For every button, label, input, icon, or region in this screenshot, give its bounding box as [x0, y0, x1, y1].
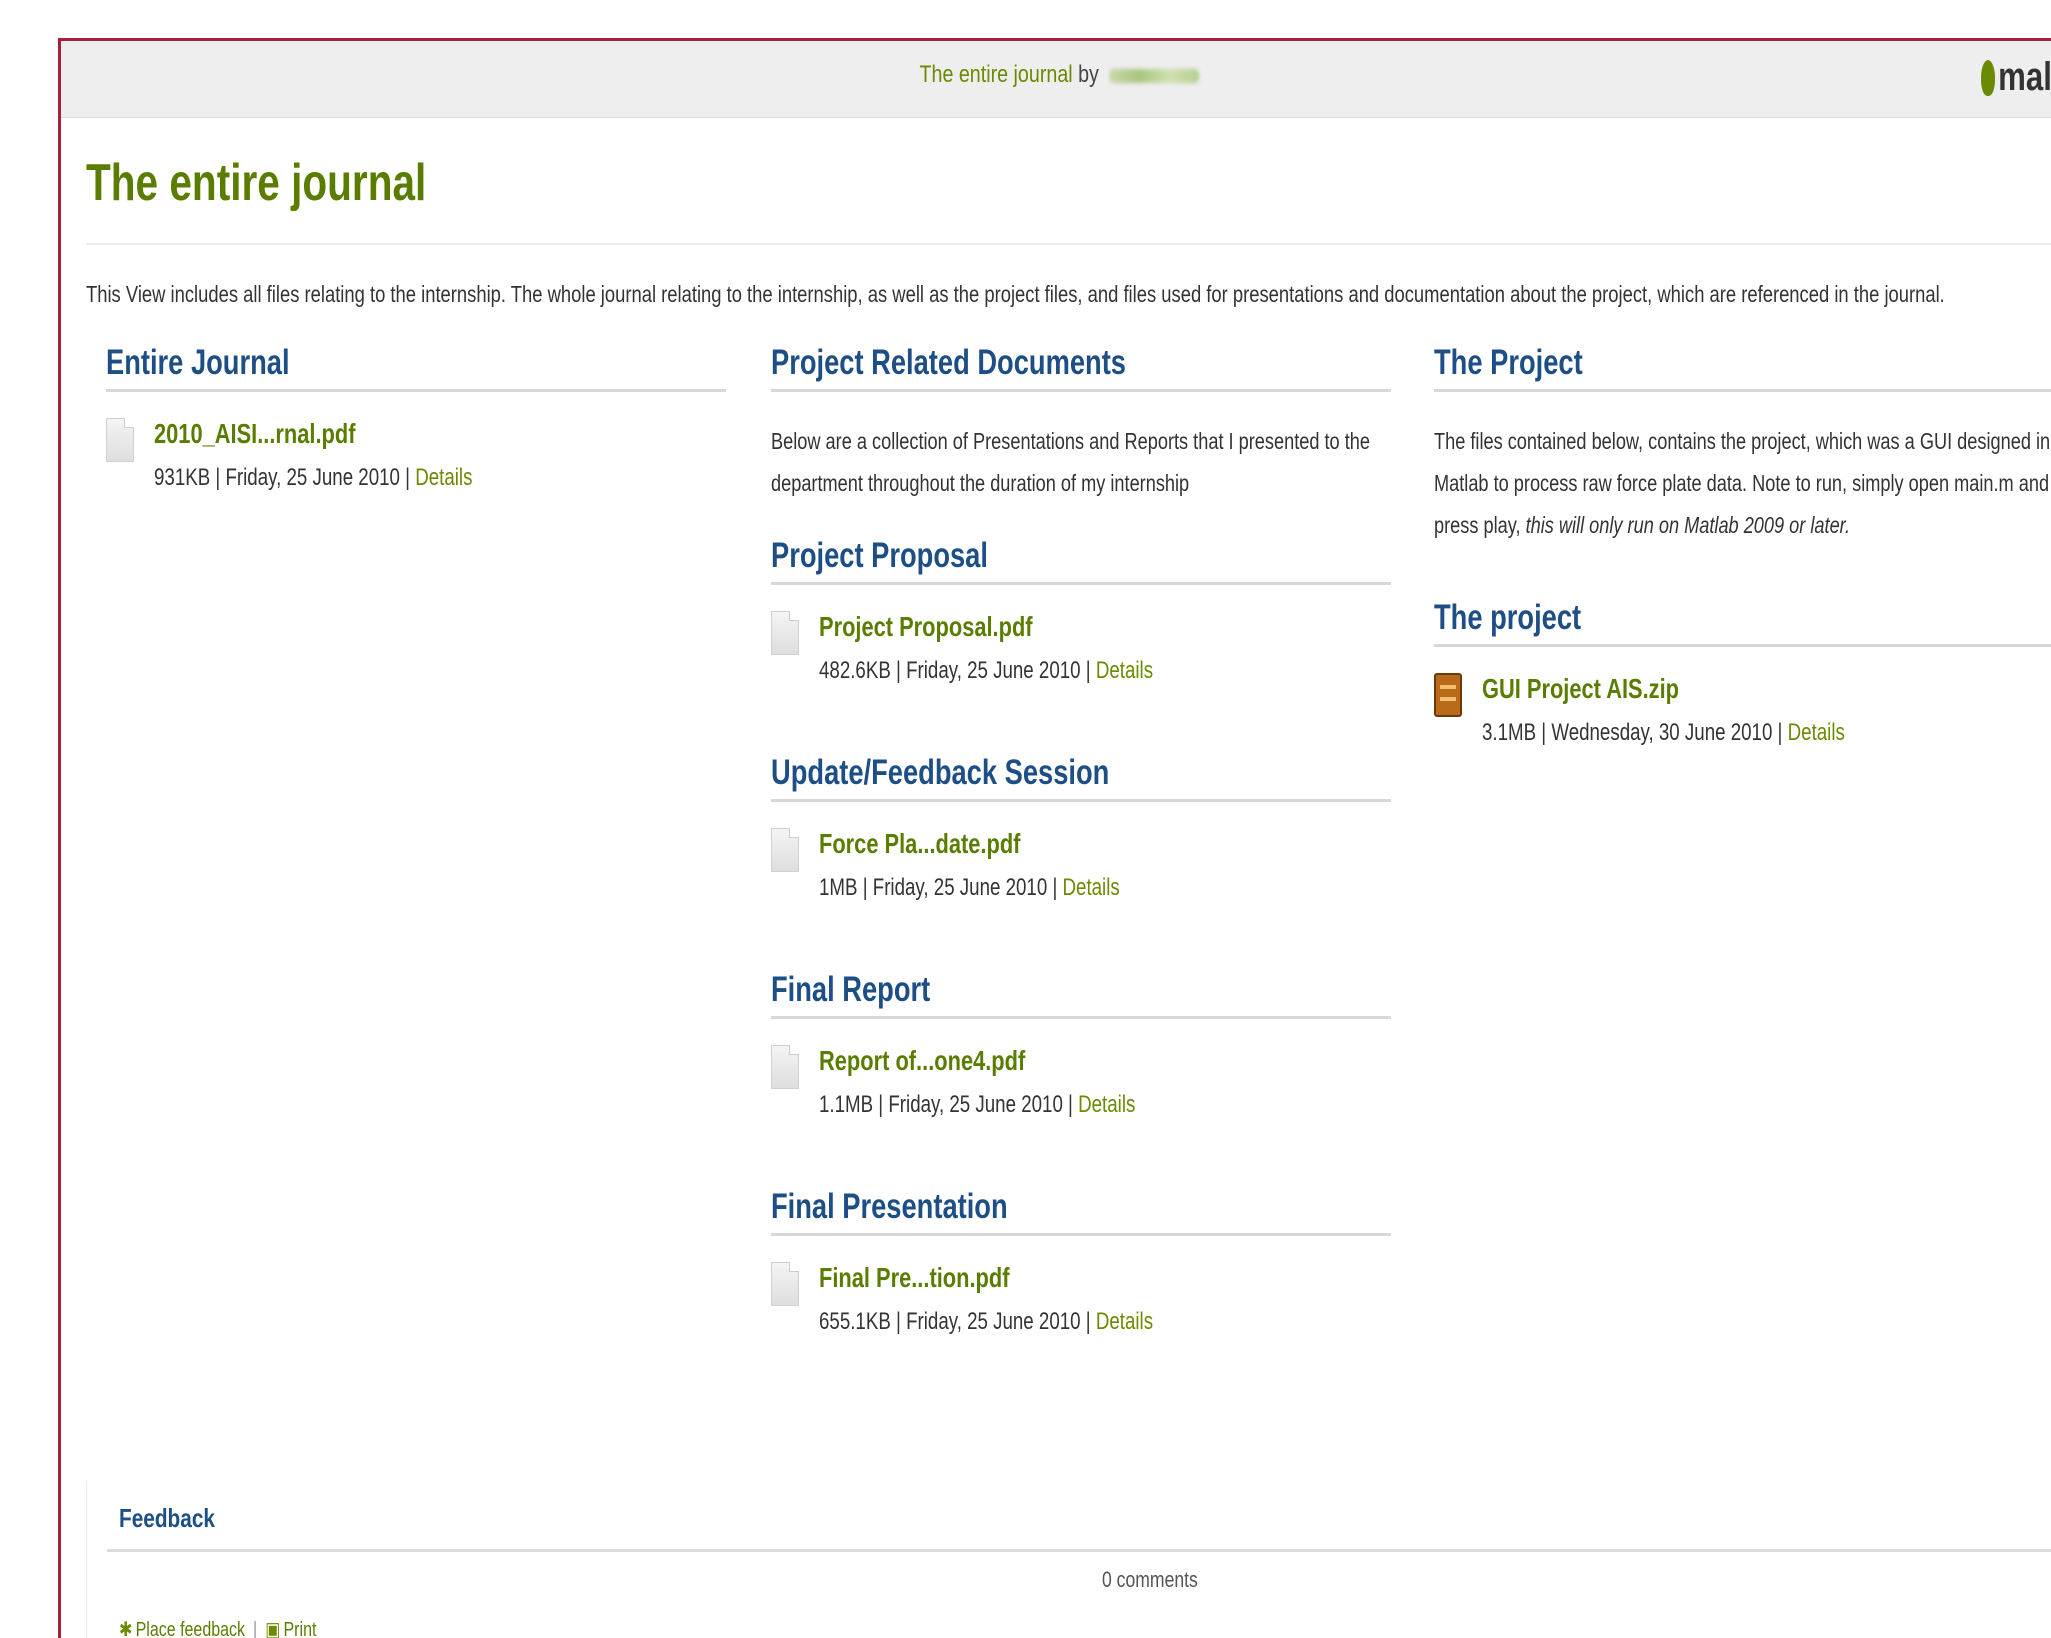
- title-divider: [86, 243, 2051, 245]
- page-frame: The entire journal by mal The entire jou…: [58, 38, 2051, 1638]
- column-1: Entire Journal 2010_AISI...rnal.pdf 931K…: [106, 341, 726, 502]
- file-size-date: 1MB | Friday, 25 June 2010 |: [819, 874, 1058, 901]
- zip-archive-icon[interactable]: [1434, 673, 1462, 717]
- feedback-title: Feedback: [119, 1503, 215, 1533]
- by-label: by: [1078, 61, 1099, 88]
- block-the-project: The Project The files contained below, c…: [1434, 341, 2051, 546]
- file-size-date: 655.1KB | Friday, 25 June 2010 |: [819, 1308, 1091, 1335]
- block-divider: [1434, 389, 2051, 392]
- view-title-link[interactable]: The entire journal: [919, 61, 1072, 88]
- column-3: The Project The files contained below, c…: [1434, 341, 2051, 757]
- file-size-date: 482.6KB | Friday, 25 June 2010 |: [819, 657, 1091, 684]
- file-size-date: 3.1MB | Wednesday, 30 June 2010 |: [1482, 719, 1783, 746]
- block-final-report: Final Report Report of...one4.pdf 1.1MB …: [771, 968, 1391, 1129]
- file-name-link[interactable]: GUI Project AIS.zip: [1482, 673, 1679, 705]
- block-title: Entire Journal: [106, 343, 290, 382]
- block-project-related-documents: Project Related Documents Below are a co…: [771, 341, 1391, 504]
- block-title: The project: [1434, 598, 1582, 637]
- document-icon[interactable]: [106, 418, 134, 462]
- file-name-link[interactable]: Final Pre...tion.pdf: [819, 1262, 1010, 1294]
- separator: |: [253, 1619, 258, 1638]
- author-name-redacted[interactable]: [1109, 68, 1200, 83]
- document-icon[interactable]: [771, 1045, 799, 1089]
- details-link[interactable]: Details: [1096, 657, 1153, 684]
- block-divider: [771, 1016, 1391, 1019]
- print-link[interactable]: Print: [284, 1619, 317, 1638]
- details-link[interactable]: Details: [1096, 1308, 1153, 1335]
- topbar-title: The entire journal by: [241, 61, 1879, 89]
- block-title: Final Presentation: [771, 1187, 1008, 1226]
- feedback-icon: ✱: [119, 1619, 133, 1638]
- details-link[interactable]: Details: [1063, 874, 1120, 901]
- feedback-actions: ✱ Place feedback | ▣ Print: [119, 1617, 316, 1638]
- file-item: GUI Project AIS.zip 3.1MB | Wednesday, 3…: [1434, 673, 2051, 757]
- file-name-link[interactable]: Project Proposal.pdf: [819, 611, 1033, 643]
- top-bar: The entire journal by mal: [61, 41, 2051, 118]
- comments-count: 0 comments: [1102, 1567, 1198, 1592]
- file-item: Report of...one4.pdf 1.1MB | Friday, 25 …: [771, 1045, 1391, 1129]
- block-divider: [106, 389, 726, 392]
- view-description: This View includes all files relating to…: [86, 281, 1945, 307]
- document-icon[interactable]: [771, 611, 799, 655]
- file-meta: 3.1MB | Wednesday, 30 June 2010 | Detail…: [1482, 719, 1845, 747]
- block-title: Final Report: [771, 970, 931, 1009]
- file-name-link[interactable]: 2010_AISI...rnal.pdf: [154, 418, 355, 450]
- page-title: The entire journal: [86, 154, 427, 212]
- block-text-italic: this will only run on Matlab 2009 or lat…: [1525, 512, 1851, 538]
- file-meta: 1MB | Friday, 25 June 2010 | Details: [819, 874, 1120, 902]
- column-2: Project Related Documents Below are a co…: [771, 341, 1391, 1346]
- block-divider: [771, 582, 1391, 585]
- feedback-divider: [107, 1549, 2051, 1552]
- block-divider: [771, 799, 1391, 802]
- block-title: Project Related Documents: [771, 343, 1126, 382]
- document-icon[interactable]: [771, 1262, 799, 1306]
- block-divider: [771, 389, 1391, 392]
- details-link[interactable]: Details: [415, 464, 472, 491]
- file-item: Project Proposal.pdf 482.6KB | Friday, 2…: [771, 611, 1391, 695]
- details-link[interactable]: Details: [1788, 719, 1845, 746]
- file-item: Force Pla...date.pdf 1MB | Friday, 25 Ju…: [771, 828, 1391, 912]
- file-meta: 655.1KB | Friday, 25 June 2010 | Details: [819, 1308, 1153, 1336]
- file-name-link[interactable]: Report of...one4.pdf: [819, 1045, 1025, 1077]
- block-text: Below are a collection of Presentations …: [771, 428, 1370, 496]
- file-item: Final Pre...tion.pdf 655.1KB | Friday, 2…: [771, 1262, 1391, 1346]
- block-divider: [1434, 644, 2051, 647]
- details-link[interactable]: Details: [1078, 1091, 1135, 1118]
- block-final-presentation: Final Presentation Final Pre...tion.pdf …: [771, 1185, 1391, 1346]
- file-item: 2010_AISI...rnal.pdf 931KB | Friday, 25 …: [106, 418, 726, 502]
- file-size-date: 931KB | Friday, 25 June 2010 |: [154, 464, 411, 491]
- block-title: Project Proposal: [771, 536, 988, 575]
- document-icon[interactable]: [771, 828, 799, 872]
- site-logo[interactable]: mal: [1981, 55, 2051, 100]
- block-divider: [771, 1233, 1391, 1236]
- logo-icon: [1981, 60, 1996, 96]
- logo-text: mal: [1998, 55, 2051, 99]
- block-title: Update/Feedback Session: [771, 753, 1110, 792]
- place-feedback-link[interactable]: Place feedback: [136, 1619, 245, 1638]
- print-icon: ▣: [265, 1619, 281, 1638]
- feedback-section: Feedback 0 comments ✱ Place feedback | ▣ Pri…: [86, 1481, 2051, 1638]
- file-meta: 1.1MB | Friday, 25 June 2010 | Details: [819, 1091, 1135, 1119]
- block-text: The files contained below, contains the …: [1434, 420, 2051, 546]
- file-meta: 482.6KB | Friday, 25 June 2010 | Details: [819, 657, 1153, 685]
- block-entire-journal: Entire Journal 2010_AISI...rnal.pdf 931K…: [106, 341, 726, 502]
- block-the-project-files: The project GUI Project AIS.zip 3.1MB | …: [1434, 596, 2051, 757]
- block-update-feedback-session: Update/Feedback Session Force Pla...date…: [771, 751, 1391, 912]
- block-project-proposal: Project Proposal Project Proposal.pdf 48…: [771, 534, 1391, 695]
- file-size-date: 1.1MB | Friday, 25 June 2010 |: [819, 1091, 1073, 1118]
- block-title: The Project: [1434, 343, 1583, 382]
- file-name-link[interactable]: Force Pla...date.pdf: [819, 828, 1020, 860]
- file-meta: 931KB | Friday, 25 June 2010 | Details: [154, 464, 472, 492]
